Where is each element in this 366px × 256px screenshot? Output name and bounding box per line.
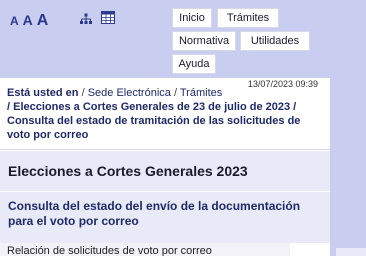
section-label: Relación de solicitudes de voto por corr… [0, 243, 290, 256]
breadcrumb-label: Está usted en [7, 87, 79, 99]
menu-utilidades[interactable]: Utilidades [240, 31, 310, 51]
breadcrumb-link-elecciones[interactable]: Elecciones a Cortes Generales de 23 de j… [13, 101, 290, 113]
right-sidebar [330, 78, 366, 256]
sitemap-icon[interactable] [80, 13, 92, 25]
breadcrumb-current: Consulta del estado de tramitación de la… [7, 115, 301, 141]
page-subtitle: Consulta del estado del envío de la docu… [8, 199, 301, 228]
divider [0, 191, 330, 192]
menu-inicio[interactable]: Inicio [172, 8, 212, 28]
right-tab [336, 248, 366, 256]
menu-tramites[interactable]: Trámites [217, 8, 279, 28]
font-size-small-button[interactable]: A [10, 14, 19, 28]
top-header: A A A Inicio Trámites Normativa Utilidad… [0, 0, 366, 78]
grid-icon[interactable] [101, 11, 115, 24]
breadcrumb-link-tramites[interactable]: Trámites [180, 87, 222, 99]
breadcrumb-link-sede[interactable]: Sede Electrónica [88, 87, 171, 99]
title-block: Elecciones a Cortes Generales 2023 Consu… [0, 151, 330, 243]
menu-ayuda[interactable]: Ayuda [172, 54, 216, 74]
font-size-medium-button[interactable]: A [23, 12, 33, 28]
font-size-tools: A A A [10, 12, 48, 30]
font-size-large-button[interactable]: A [37, 12, 49, 30]
breadcrumb: 13/07/2023 09:39 Está usted en / Sede El… [0, 78, 330, 150]
menu-normativa[interactable]: Normativa [172, 31, 236, 51]
breadcrumb-trail: Está usted en / Sede Electrónica / Trámi… [7, 87, 301, 141]
page-title: Elecciones a Cortes Generales 2023 [8, 163, 248, 179]
